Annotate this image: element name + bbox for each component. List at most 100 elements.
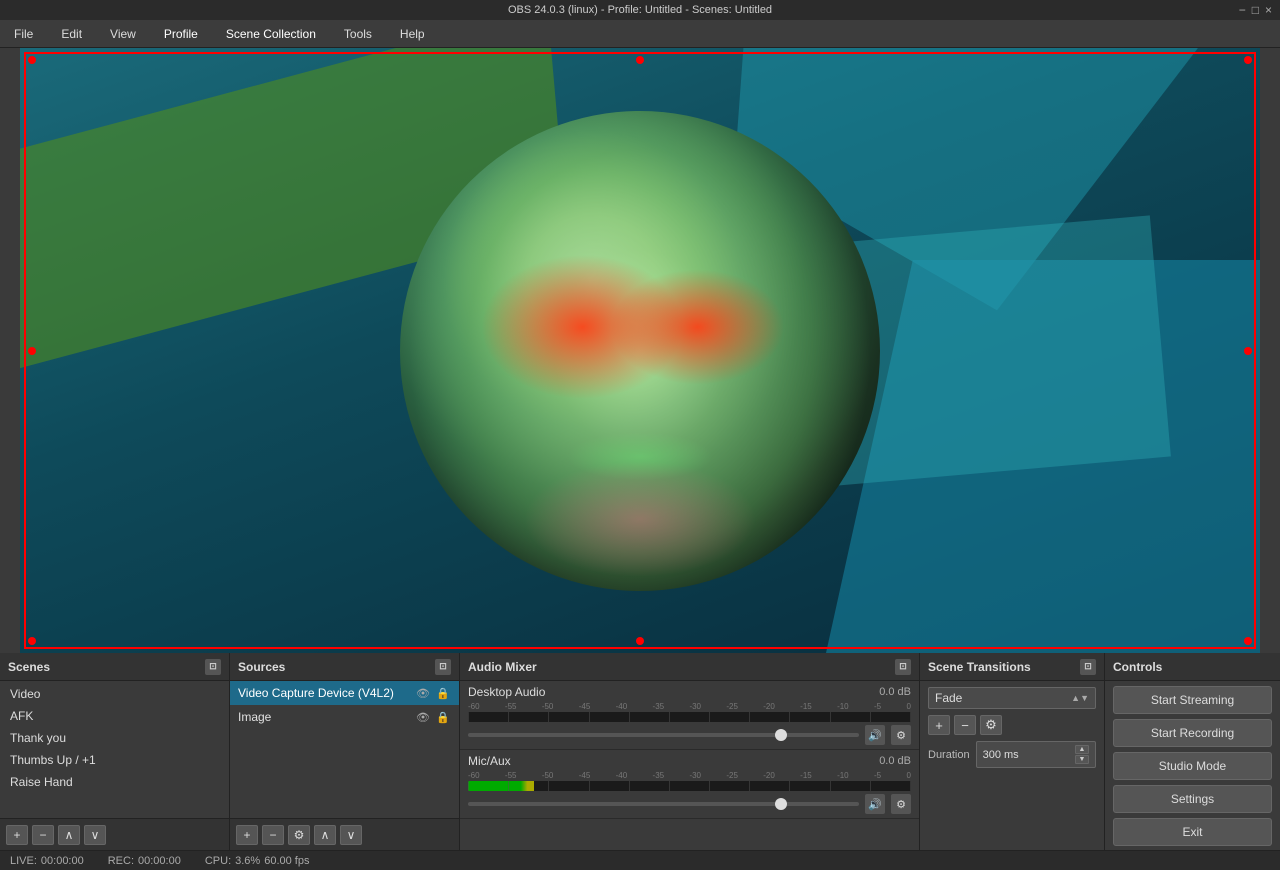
live-label: LIVE: bbox=[10, 855, 37, 867]
mic-fader-knob[interactable] bbox=[775, 798, 787, 810]
studio-mode-button[interactable]: Studio Mode bbox=[1113, 752, 1272, 780]
scene-list: Video AFK Thank you Thumbs Up / +1 Raise… bbox=[0, 681, 229, 795]
transitions-content: Fade ▲▼ + − ⚙ Duration 300 ms ▲ ▼ bbox=[920, 681, 1104, 850]
desktop-fader-knob[interactable] bbox=[775, 729, 787, 741]
status-cpu: CPU: 3.6% 60.00 fps bbox=[205, 855, 310, 867]
mic-fader[interactable] bbox=[468, 802, 859, 806]
titlebar-controls[interactable]: − □ × bbox=[1239, 3, 1272, 17]
mic-aux-db: 0.0 dB bbox=[879, 755, 911, 767]
source-lock-icon[interactable]: 🔒 bbox=[435, 685, 451, 701]
mic-mute-button[interactable]: 🔊 bbox=[865, 794, 885, 814]
desktop-meter-track bbox=[468, 712, 911, 722]
audio-header: Audio Mixer ⊡ bbox=[460, 653, 919, 681]
duration-up-button[interactable]: ▲ bbox=[1075, 745, 1089, 754]
audio-panel: Audio Mixer ⊡ Desktop Audio 0.0 dB -60-5… bbox=[460, 653, 920, 850]
audio-content: Desktop Audio 0.0 dB -60-55-50-45-40-35-… bbox=[460, 681, 919, 850]
menu-edit[interactable]: Edit bbox=[55, 25, 88, 43]
scene-item-afk[interactable]: AFK bbox=[0, 705, 229, 727]
start-streaming-label: Start Streaming bbox=[1151, 693, 1234, 707]
menu-profile[interactable]: Profile bbox=[158, 25, 204, 43]
mic-meter-grid bbox=[468, 781, 911, 791]
titlebar: OBS 24.0.3 (linux) - Profile: Untitled -… bbox=[0, 0, 1280, 20]
scene-item-video[interactable]: Video bbox=[0, 683, 229, 705]
sources-up-button[interactable]: ∧ bbox=[314, 825, 336, 845]
duration-input[interactable]: 300 ms ▲ ▼ bbox=[976, 741, 1096, 768]
start-recording-button[interactable]: Start Recording bbox=[1113, 719, 1272, 747]
controls-title: Controls bbox=[1113, 660, 1162, 674]
exit-button[interactable]: Exit bbox=[1113, 818, 1272, 846]
transition-select-row: Fade ▲▼ bbox=[928, 687, 1096, 709]
menu-file[interactable]: File bbox=[8, 25, 39, 43]
scenes-toolbar: + − ∧ ∨ bbox=[0, 818, 229, 850]
menu-help[interactable]: Help bbox=[394, 25, 431, 43]
close-button[interactable]: × bbox=[1265, 3, 1272, 17]
scenes-up-button[interactable]: ∧ bbox=[58, 825, 80, 845]
duration-value: 300 ms bbox=[983, 749, 1019, 761]
audio-header-icons: ⊡ bbox=[895, 659, 911, 675]
mic-aux-label: Mic/Aux bbox=[468, 754, 511, 768]
fps-value: 60.00 fps bbox=[264, 855, 309, 867]
scene-item-thumbsup[interactable]: Thumbs Up / +1 bbox=[0, 749, 229, 771]
scene-item-raisehand[interactable]: Raise Hand bbox=[0, 771, 229, 793]
transitions-expand-icon[interactable]: ⊡ bbox=[1080, 659, 1096, 675]
start-streaming-button[interactable]: Start Streaming bbox=[1113, 686, 1272, 714]
desktop-settings-button[interactable]: ⚙ bbox=[891, 725, 911, 745]
minimize-button[interactable]: − bbox=[1239, 3, 1246, 17]
scene-item-thankyou[interactable]: Thank you bbox=[0, 727, 229, 749]
scenes-content: Video AFK Thank you Thumbs Up / +1 Raise… bbox=[0, 681, 229, 818]
audio-channel-mic: Mic/Aux 0.0 dB -60-55-50-45-40-35-30-25-… bbox=[460, 750, 919, 819]
source-eye-icon[interactable]: 👁 bbox=[415, 685, 431, 701]
status-live: LIVE: 00:00:00 bbox=[10, 855, 84, 867]
audio-expand-icon[interactable]: ⊡ bbox=[895, 659, 911, 675]
sources-down-button[interactable]: ∨ bbox=[340, 825, 362, 845]
audio-title: Audio Mixer bbox=[468, 660, 537, 674]
duration-spinners: ▲ ▼ bbox=[1075, 745, 1089, 764]
transitions-header: Scene Transitions ⊡ bbox=[920, 653, 1104, 681]
source-lock-icon-2[interactable]: 🔒 bbox=[435, 709, 451, 725]
transition-dropdown[interactable]: Fade ▲▼ bbox=[928, 687, 1096, 709]
duration-down-button[interactable]: ▼ bbox=[1075, 755, 1089, 764]
preview-canvas bbox=[20, 48, 1260, 653]
sources-header: Sources ⊡ bbox=[230, 653, 459, 681]
desktop-meter-grid bbox=[468, 712, 911, 722]
menu-scene-collection[interactable]: Scene Collection bbox=[220, 25, 322, 43]
menu-tools[interactable]: Tools bbox=[338, 25, 378, 43]
source-icons-v4l2: 👁 🔒 bbox=[415, 685, 451, 701]
preview-wrapper bbox=[20, 48, 1260, 653]
desktop-audio-db: 0.0 dB bbox=[879, 686, 911, 698]
face-overlay bbox=[400, 111, 880, 591]
sources-settings-button[interactable]: ⚙ bbox=[288, 825, 310, 845]
menu-view[interactable]: View bbox=[104, 25, 142, 43]
settings-button[interactable]: Settings bbox=[1113, 785, 1272, 813]
transition-dropdown-arrow: ▲▼ bbox=[1071, 693, 1089, 703]
source-item-image[interactable]: Image 👁 🔒 bbox=[230, 705, 459, 729]
transition-add-button[interactable]: + bbox=[928, 715, 950, 735]
desktop-fader[interactable] bbox=[468, 733, 859, 737]
exit-label: Exit bbox=[1182, 825, 1202, 839]
scenes-panel: Scenes ⊡ Video AFK Thank you Thumbs Up /… bbox=[0, 653, 230, 850]
sources-remove-button[interactable]: − bbox=[262, 825, 284, 845]
scenes-add-button[interactable]: + bbox=[6, 825, 28, 845]
scenes-down-button[interactable]: ∨ bbox=[84, 825, 106, 845]
transitions-title: Scene Transitions bbox=[928, 660, 1031, 674]
rec-time: 00:00:00 bbox=[138, 855, 181, 867]
scenes-expand-icon[interactable]: ⊡ bbox=[205, 659, 221, 675]
scenes-remove-button[interactable]: − bbox=[32, 825, 54, 845]
cpu-value: 3.6% bbox=[235, 855, 260, 867]
transition-remove-button[interactable]: − bbox=[954, 715, 976, 735]
cpu-label: CPU: bbox=[205, 855, 231, 867]
audio-channel-desktop: Desktop Audio 0.0 dB -60-55-50-45-40-35-… bbox=[460, 681, 919, 750]
source-item-v4l2[interactable]: Video Capture Device (V4L2) 👁 🔒 bbox=[230, 681, 459, 705]
live-time: 00:00:00 bbox=[41, 855, 84, 867]
mic-settings-button[interactable]: ⚙ bbox=[891, 794, 911, 814]
preview-area[interactable] bbox=[20, 48, 1260, 653]
desktop-mute-button[interactable]: 🔊 bbox=[865, 725, 885, 745]
sources-expand-icon[interactable]: ⊡ bbox=[435, 659, 451, 675]
desktop-audio-label: Desktop Audio bbox=[468, 685, 545, 699]
transition-settings-button[interactable]: ⚙ bbox=[980, 715, 1002, 735]
sources-add-button[interactable]: + bbox=[236, 825, 258, 845]
source-eye-icon-2[interactable]: 👁 bbox=[415, 709, 431, 725]
maximize-button[interactable]: □ bbox=[1252, 3, 1259, 17]
transitions-header-icons: ⊡ bbox=[1080, 659, 1096, 675]
duration-label: Duration bbox=[928, 749, 970, 761]
